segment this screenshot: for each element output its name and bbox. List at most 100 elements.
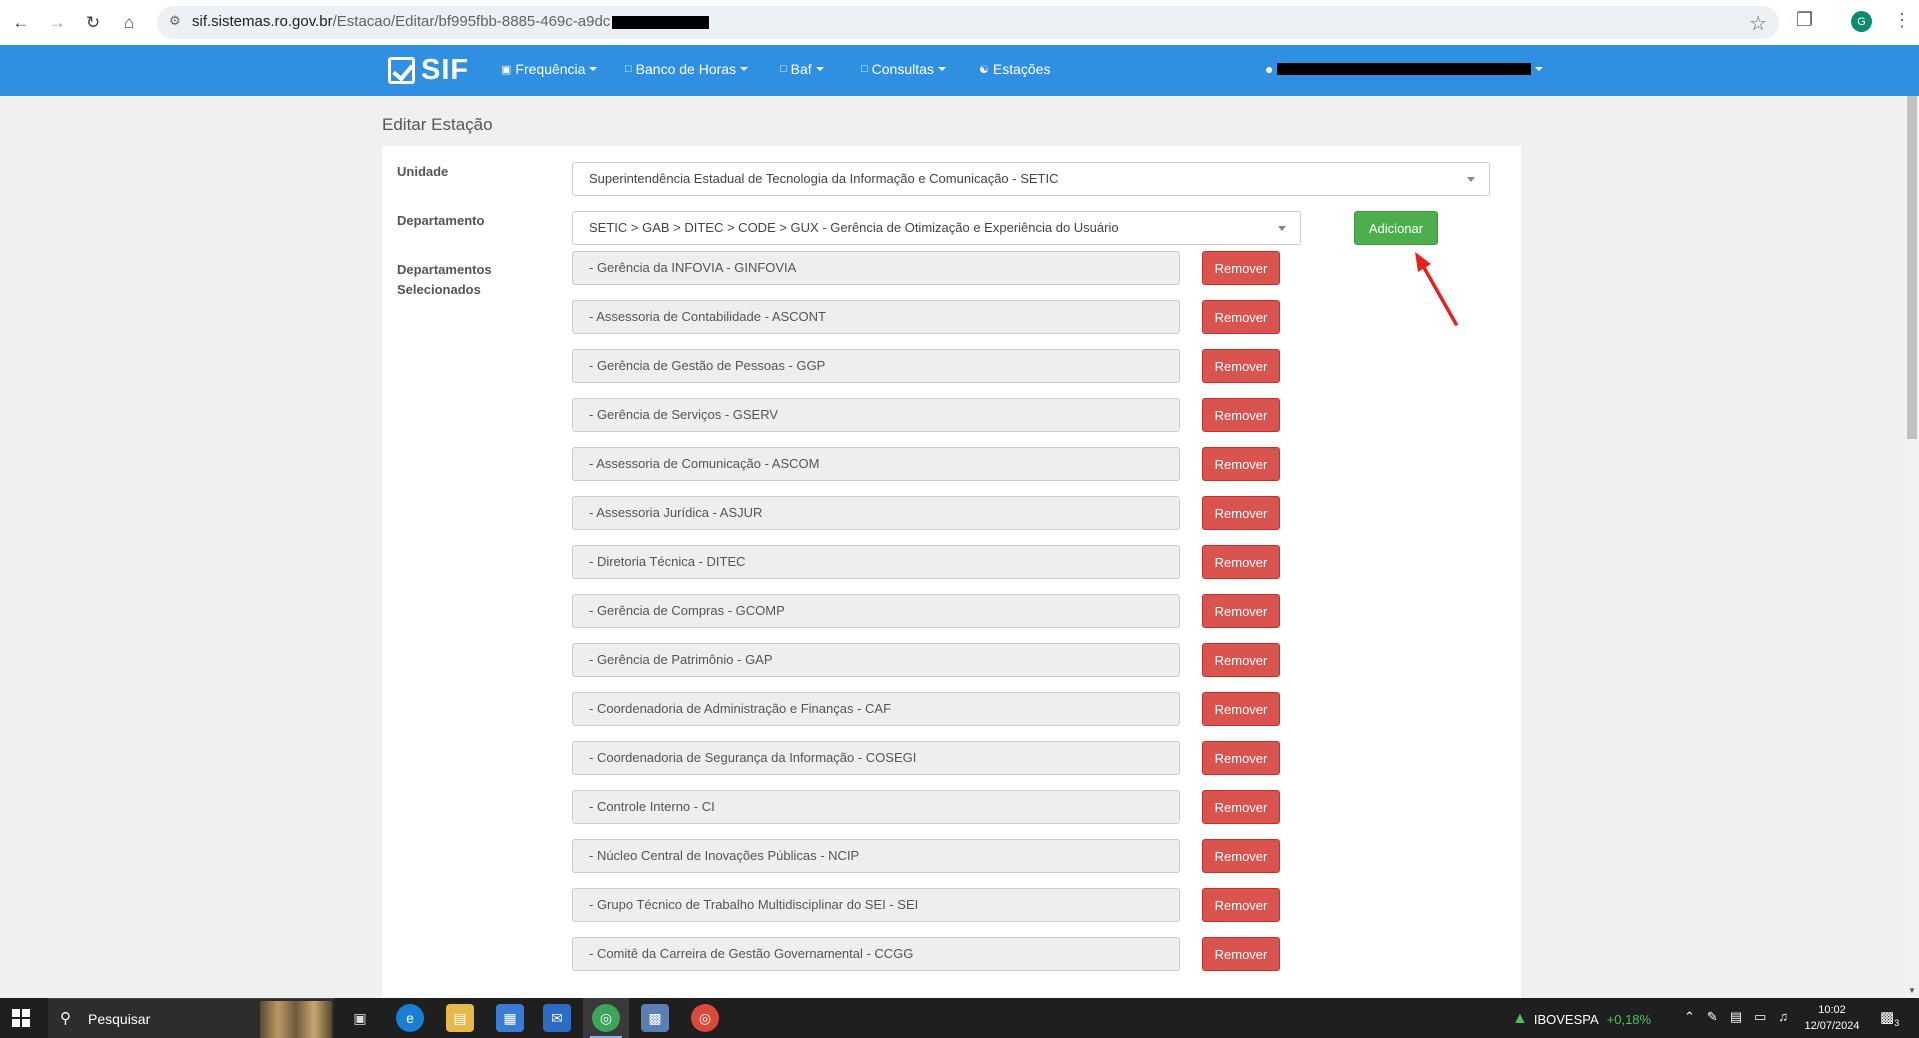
remove-button[interactable]: Remover [1202,545,1280,579]
department-row: - Núcleo Central de Inovações Públicas -… [572,839,1280,873]
redacted-username [1277,63,1532,75]
profile-avatar[interactable]: G [1851,11,1872,32]
browser-menu-icon[interactable]: ⋮ [1893,10,1911,31]
department-field: - Controle Interno - CI [572,790,1180,824]
chevron-up-icon[interactable]: ⌃ [1684,1009,1695,1025]
department-row: - Coordenadoria de Segurança da Informaç… [572,741,1280,775]
search-icon: ⚲ [60,1010,71,1027]
display-icon[interactable]: ▭ [1754,1009,1766,1025]
department-field: - Gerência de Patrimônio - GAP [572,643,1180,677]
remove-button[interactable]: Remover [1202,251,1280,285]
chrome-profile-icon[interactable]: ◎ [691,1004,719,1032]
remove-button[interactable]: Remover [1202,594,1280,628]
scroll-thumb[interactable] [1907,96,1917,439]
remove-button[interactable]: Remover [1202,888,1280,922]
notification-icon[interactable]: ▩3 [1880,1008,1899,1028]
remote-desktop-icon[interactable]: ▩ [641,1004,669,1032]
brand-name: SIF [421,53,470,86]
back-icon[interactable]: ← [6,8,36,38]
remove-button[interactable]: Remover [1202,496,1280,530]
remove-button[interactable]: Remover [1202,349,1280,383]
url-host: sif.sistemas.ro.gov.br [192,13,333,30]
edge-icon[interactable]: e [396,1004,424,1032]
mail-icon[interactable]: ✉ [543,1004,571,1032]
department-field: - Grupo Técnico de Trabalho Multidiscipl… [572,888,1180,922]
remove-button[interactable]: Remover [1202,643,1280,677]
url-text[interactable]: sif.sistemas.ro.gov.br/Estacao/Editar/bf… [192,13,710,30]
department-row: - Grupo Técnico de Trabalho Multidiscipl… [572,888,1280,922]
reload-icon[interactable]: ↻ [78,8,108,38]
redacted-block [612,15,710,29]
department-field: - Gerência de Compras - GCOMP [572,594,1180,628]
departamento-select[interactable]: SETIC > GAB > DITEC > CODE > GUX - Gerên… [572,211,1301,245]
department-field: - Coordenadoria de Administração e Finan… [572,692,1180,726]
department-row: - Assessoria de Comunicação - ASCOM Remov… [572,447,1280,481]
extensions-icon[interactable]: ❐ [1796,9,1813,32]
group-icon: ☯ [979,63,989,76]
pen-icon[interactable]: ✎ [1707,1009,1718,1025]
unidade-value: Superintendência Estadual de Tecnologia … [589,171,1059,186]
user-menu[interactable]: ● [1265,61,1544,77]
file-explorer-icon[interactable]: ▤ [446,1004,474,1032]
department-field: - Coordenadoria de Segurança da Informaç… [572,741,1180,775]
url-path: /Estacao/Editar/bf995fbb-8885-469c-a9dc [332,13,611,30]
nav-label: Estações [992,61,1051,77]
remove-button[interactable]: Remover [1202,839,1280,873]
forward-icon[interactable]: → [42,8,72,38]
bookmark-star-icon[interactable]: ☆ [1749,11,1767,36]
remove-button[interactable]: Remover [1202,300,1280,334]
search-highlight-image [260,1001,332,1038]
departamento-label: Departamento [397,213,485,228]
page-scrollbar[interactable]: ▼ [1905,96,1919,998]
department-row: - Gerência de Serviços - GSERV Remover [572,398,1280,432]
taskbar-search[interactable]: ⚲ Pesquisar [48,998,334,1038]
department-row: - Gerência de Gestão de Pessoas - GGP Rem… [572,349,1280,383]
file-icon: □ [625,63,632,75]
windows-start-icon[interactable] [12,1009,30,1027]
department-row: - Diretoria Técnica - DITEC Remover [572,545,1280,579]
volume-icon[interactable]: ♫ [1778,1009,1788,1025]
remove-button[interactable]: Remover [1202,447,1280,481]
remove-button[interactable]: Remover [1202,790,1280,824]
add-button[interactable]: Adicionar [1354,211,1438,245]
file-icon: □ [780,63,787,75]
caret-down-icon [815,67,824,71]
caret-down-icon [740,67,749,71]
nav-baf[interactable]: □ Baf [780,61,824,77]
nav-estacoes[interactable]: ☯ Estações [979,61,1050,77]
scroll-down-icon[interactable]: ▼ [1908,986,1916,995]
store-icon[interactable]: ▦ [496,1004,524,1032]
system-tray: ⌃ ✎ ▤ ▭ ♫ [1684,1009,1788,1025]
network-icon[interactable]: ▤ [1730,1009,1742,1025]
department-row: - Assessoria de Contabilidade - ASCONT Re… [572,300,1280,334]
clock[interactable]: 10:02 12/07/2024 [1800,1002,1864,1034]
stock-ticker-widget[interactable]: ▲ IBOVESPA +0,18% [1512,1010,1651,1028]
nav-banco-de-horas[interactable]: □ Banco de Horas [625,61,749,77]
site-settings-icon[interactable]: ⚙ [169,13,187,31]
form-panel: Unidade Superintendência Estadual de Tec… [382,146,1521,998]
home-icon[interactable]: ⌂ [114,8,144,38]
caret-down-icon [937,67,946,71]
ticker-change: +0,18% [1606,1011,1652,1027]
nav-label: Banco de Horas [635,61,737,77]
selected-label-line-2: Selecionados [397,282,481,297]
remove-button[interactable]: Remover [1202,398,1280,432]
unidade-select[interactable]: Superintendência Estadual de Tecnologia … [572,162,1490,196]
department-row: - Comitê da Carreira de Gestão Govername… [572,937,1280,971]
selected-label-line-1: Departamentos [397,262,492,277]
chrome-icon[interactable]: ◎ [592,1004,620,1032]
nav-label: Baf [790,61,812,77]
address-bar[interactable]: ⚙ sif.sistemas.ro.gov.br/Estacao/Editar/… [157,6,1779,39]
remove-button[interactable]: Remover [1202,692,1280,726]
nav-consultas[interactable]: □ Consultas [861,61,946,77]
departamento-value: SETIC > GAB > DITEC > CODE > GUX - Gerên… [589,220,1119,235]
brand-logo[interactable]: SIF [388,54,469,86]
department-field: - Gerência de Serviços - GSERV [572,398,1180,432]
user-icon: ● [1265,61,1274,77]
remove-button[interactable]: Remover [1202,937,1280,971]
department-row: - Assessoria Jurídica - ASJUR Remover [572,496,1280,530]
remove-button[interactable]: Remover [1202,741,1280,775]
nav-label: Frequência [515,61,586,77]
task-view-icon[interactable]: ▣ [346,1004,374,1032]
nav-frequencia[interactable]: ▣ Frequência [501,61,598,77]
